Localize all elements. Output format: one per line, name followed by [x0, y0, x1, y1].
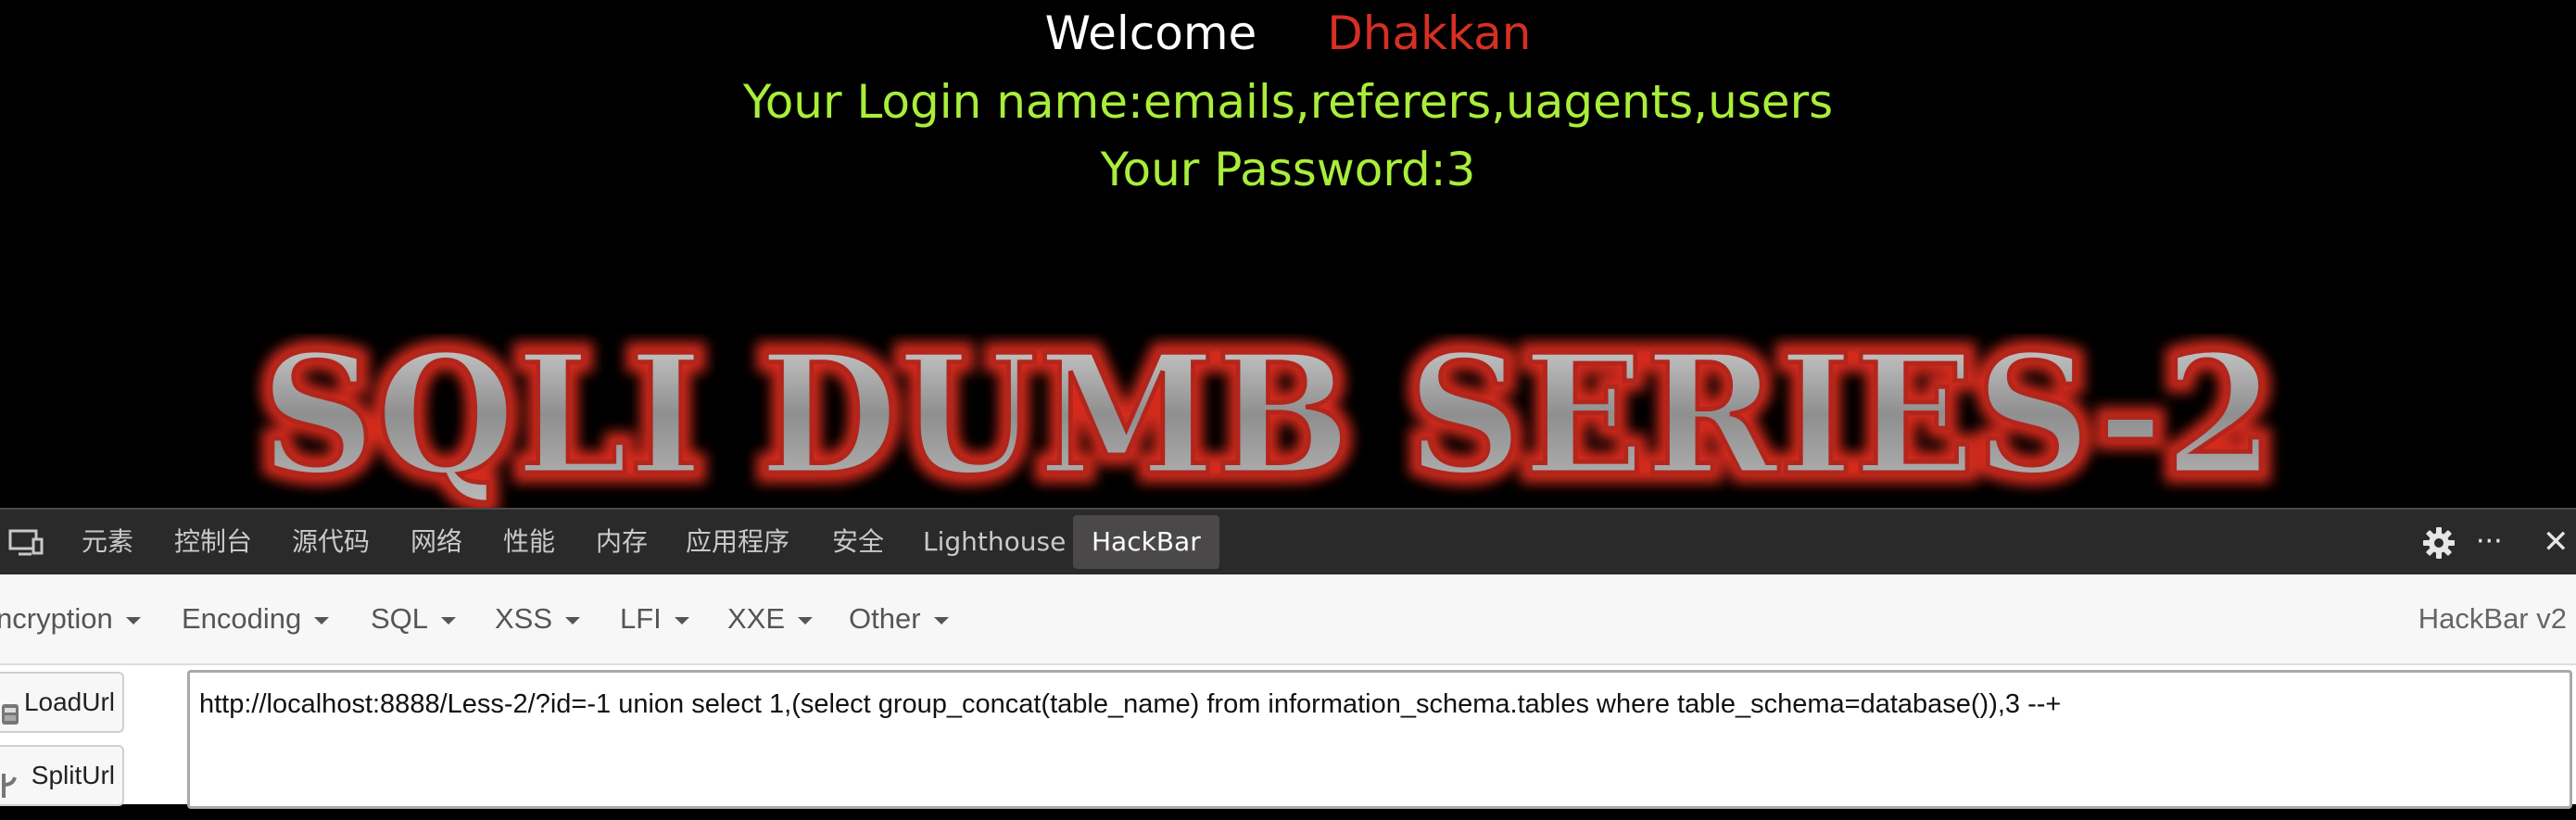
menu-xxe-label: XXE	[727, 602, 786, 635]
menu-sql-label: SQL	[371, 602, 429, 635]
menu-encryption-label: ncryption	[0, 602, 113, 635]
tab-lighthouse[interactable]: Lighthouse	[923, 510, 1066, 574]
tab-performance[interactable]: 性能	[503, 510, 555, 574]
chevron-down-icon	[674, 616, 689, 624]
tab-network[interactable]: 网络	[410, 510, 462, 574]
load-url-button[interactable]: LoadUrl	[0, 672, 124, 733]
close-icon[interactable]: ✕	[2543, 510, 2570, 574]
login-name-line: Your Login name:emails,referers,uagents,…	[742, 75, 1834, 129]
banner-text: SQLI DUMB SERIES-2	[260, 334, 2276, 510]
load-url-icon	[0, 689, 20, 747]
password-line: Your Password:3	[1100, 143, 1476, 196]
hackbar-version: HackBar v2	[2418, 602, 2567, 635]
menu-other[interactable]: Other	[849, 574, 949, 663]
menu-xxe[interactable]: XXE	[727, 574, 814, 663]
tab-security[interactable]: 安全	[832, 510, 884, 574]
hackbar-body: LoadUrl SplitUrl http://localhost:8888/L…	[0, 665, 2576, 809]
devtools-tab-bar: 元素 控制台 源代码 网络 性能 内存 应用程序 安全 Lighthouse H…	[0, 508, 2576, 574]
menu-encryption[interactable]: ncryption	[0, 574, 141, 663]
split-url-button[interactable]: SplitUrl	[0, 745, 124, 806]
menu-other-label: Other	[849, 602, 921, 635]
device-toolbar-icon[interactable]	[7, 526, 44, 562]
gear-icon[interactable]	[2422, 526, 2456, 564]
menu-lfi-label: LFI	[620, 602, 662, 635]
chevron-down-icon	[798, 616, 814, 624]
hackbar-toolbar: ncryption Encoding SQL XSS LFI XXE Other…	[0, 574, 2576, 665]
tab-elements[interactable]: 元素	[82, 510, 133, 574]
split-url-icon	[0, 763, 20, 820]
menu-xss-label: XSS	[495, 602, 553, 635]
tab-memory[interactable]: 内存	[596, 510, 648, 574]
welcome-name: Dhakkan	[1327, 6, 1532, 60]
menu-lfi[interactable]: LFI	[620, 574, 689, 663]
url-input[interactable]: http://localhost:8888/Less-2/?id=-1 unio…	[187, 670, 2572, 809]
chevron-down-icon	[933, 616, 949, 624]
menu-encoding[interactable]: Encoding	[182, 574, 330, 663]
load-url-label: LoadUrl	[23, 688, 115, 716]
tab-console[interactable]: 控制台	[174, 510, 252, 574]
welcome-label: Welcome	[1044, 6, 1257, 60]
tab-sources[interactable]: 源代码	[292, 510, 370, 574]
page-content: Welcome Dhakkan Your Login name:emails,r…	[0, 0, 2576, 510]
sqli-banner: SQLI DUMB SERIES-2 SQLI DUMB SERIES-2	[250, 334, 2286, 510]
welcome-line: Welcome Dhakkan	[0, 6, 2576, 61]
chevron-down-icon	[565, 616, 581, 624]
split-url-label: SplitUrl	[31, 761, 115, 789]
chevron-down-icon	[441, 616, 457, 624]
more-icon[interactable]: ···	[2476, 510, 2503, 574]
chevron-down-icon	[314, 616, 330, 624]
menu-xss[interactable]: XSS	[495, 574, 581, 663]
menu-sql[interactable]: SQL	[371, 574, 457, 663]
tab-application[interactable]: 应用程序	[686, 510, 789, 574]
menu-encoding-label: Encoding	[182, 602, 302, 635]
tab-hackbar[interactable]: HackBar	[1073, 515, 1219, 569]
chevron-down-icon	[125, 616, 141, 624]
